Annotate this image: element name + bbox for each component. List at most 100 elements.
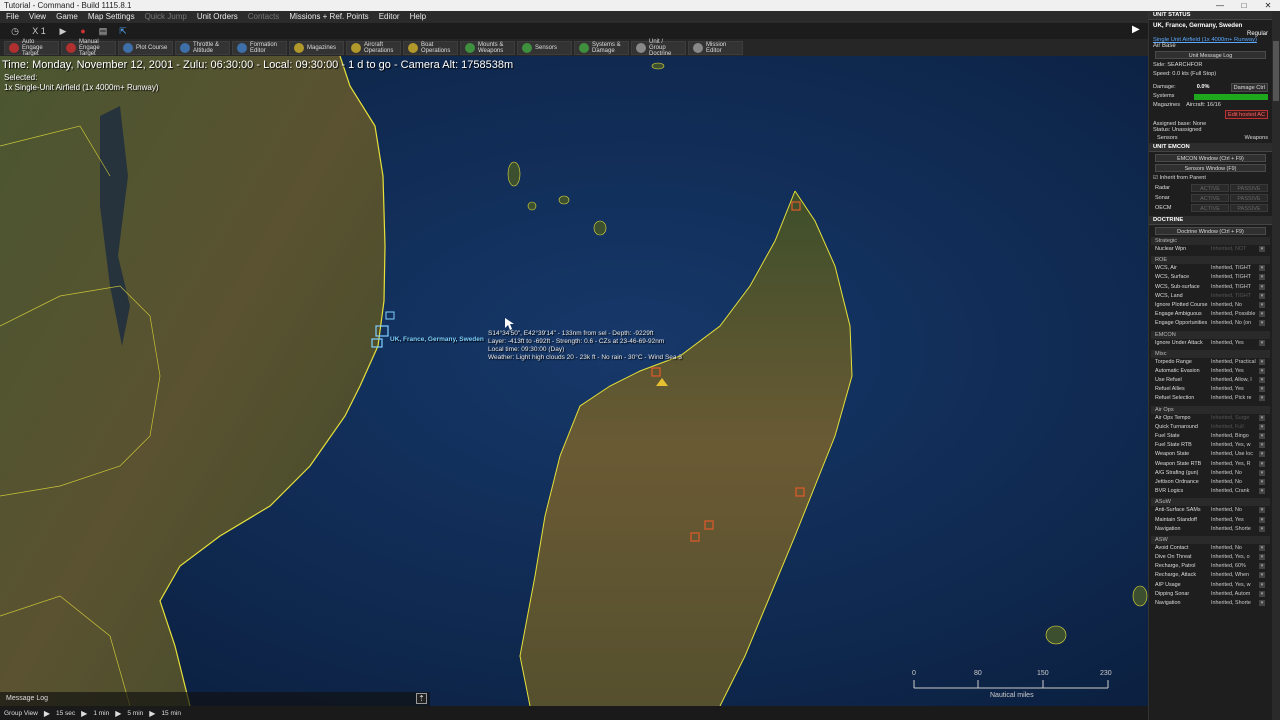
message-log-bar[interactable]: Message Log ⇡ [0,692,430,706]
step-1min[interactable]: 1 min [93,710,109,717]
dropdown-chevron-icon[interactable]: ▾ [1259,544,1265,551]
dropdown-chevron-icon[interactable]: ▾ [1259,274,1265,281]
toolbar-button-boat-operations[interactable]: Boat Operations [403,40,458,55]
dropdown-chevron-icon[interactable]: ▾ [1259,442,1265,449]
dropdown-chevron-icon[interactable]: ▾ [1259,283,1265,290]
doctrine-setting-value[interactable]: Inherited, Yes [1211,385,1259,394]
dropdown-chevron-icon[interactable]: ▾ [1259,488,1265,495]
printer-icon[interactable]: ▤ [96,25,110,37]
doctrine-row[interactable]: Engage Opportunities Inherited, No (on ▾ [1149,319,1272,328]
map-view[interactable] [0,56,1148,706]
doctrine-setting-value[interactable]: Inherited, TIGHT [1211,264,1259,273]
toolbar-button-manual-engage-target[interactable]: Manual Engage Target [61,39,116,57]
doctrine-row[interactable]: Navigation Inherited, Shorte ▾ [1149,525,1272,534]
doctrine-setting-value[interactable]: Inherited, When [1211,571,1259,580]
emcon-active-button[interactable]: ACTIVE [1191,194,1229,202]
unit-message-log-button[interactable]: Unit Message Log [1155,51,1266,59]
doctrine-group-emcon[interactable]: EMCON [1151,330,1270,339]
toolbar-button-sensors[interactable]: Sensors [517,40,572,55]
doctrine-row[interactable]: Weapon State Inherited, Use loc ▾ [1149,450,1272,459]
doctrine-row[interactable]: Fuel State Inherited, Bingo ▾ [1149,432,1272,441]
doctrine-setting-value[interactable]: Inherited, Use loc [1211,450,1259,459]
doctrine-row[interactable]: Dive On Threat Inherited, Yes, o ▾ [1149,553,1272,562]
menu-item-view[interactable]: View [29,11,46,23]
dropdown-chevron-icon[interactable]: ▾ [1259,460,1265,467]
doctrine-row[interactable]: Use Refuel Inherited, Allow, I ▾ [1149,376,1272,385]
damage-ctrl-button[interactable]: Damage Ctrl [1230,83,1268,92]
dropdown-chevron-icon[interactable]: ▾ [1259,433,1265,439]
doctrine-row[interactable]: WCS, Land Inherited, TIGHT ▾ [1149,292,1272,301]
dropdown-chevron-icon[interactable]: ▾ [1259,590,1265,597]
dropdown-chevron-icon[interactable]: ▾ [1259,600,1265,606]
menu-item-game[interactable]: Game [56,11,78,23]
doctrine-row[interactable]: Quick Turnaround Inherited, Full ▾ [1149,423,1272,432]
export-icon[interactable]: ⇱ [116,25,130,37]
doctrine-group-strategic[interactable]: Strategic [1151,237,1270,245]
doctrine-row[interactable]: Refuel Selection Inherited, Pick re ▾ [1149,394,1272,403]
doctrine-setting-value[interactable]: Inherited, TIGHT [1211,292,1259,301]
doctrine-row[interactable]: Anti-Surface SAMs Inherited, No ▾ [1149,506,1272,515]
menu-item-map-settings[interactable]: Map Settings [88,11,135,23]
expand-icon[interactable]: ⇡ [416,693,427,704]
doctrine-row[interactable]: Automatic Evasion Inherited, Yes ▾ [1149,367,1272,376]
scrollbar-thumb[interactable] [1273,41,1279,101]
doctrine-setting-value[interactable]: Inherited, No (on [1211,319,1259,328]
emcon-passive-button[interactable]: PASSIVE [1230,184,1268,192]
dropdown-chevron-icon[interactable]: ▾ [1259,572,1265,579]
dropdown-chevron-icon[interactable]: ▾ [1259,507,1265,514]
doctrine-group-roe[interactable]: ROE [1151,256,1270,265]
doctrine-row[interactable]: Refuel Allies Inherited, Yes ▾ [1149,385,1272,394]
dropdown-chevron-icon[interactable]: ▾ [1259,469,1265,476]
doctrine-setting-value[interactable]: Inherited, No [1211,544,1259,553]
doctrine-group-misc[interactable]: Misc [1151,349,1270,358]
doctrine-row[interactable]: Navigation Inherited, Shorte ▾ [1149,599,1272,608]
doctrine-row[interactable]: Torpedo Range Inherited, Practical ▾ [1149,358,1272,367]
sensors-window-button[interactable]: Sensors Window (F9) [1155,164,1266,172]
toolbar-button-throttle-altitude[interactable]: Throttle & Altitude [175,40,230,55]
toolbar-button-plot-course[interactable]: Plot Course [118,40,173,55]
doctrine-row[interactable]: Engage Ambiguous Inherited, Possible ▾ [1149,310,1272,319]
doctrine-setting-value[interactable]: Inherited, Shorte [1211,599,1259,608]
doctrine-row[interactable]: Dipping Sonar Inherited, Autom ▾ [1149,590,1272,599]
doctrine-group-air-ops[interactable]: Air Ops [1151,405,1270,414]
dropdown-chevron-icon[interactable]: ▾ [1259,358,1265,365]
menu-item-unit-orders[interactable]: Unit Orders [197,11,238,23]
menu-item-quick-jump[interactable]: Quick Jump [145,11,187,23]
doctrine-row[interactable]: WCS, Surface Inherited, TIGHT ▾ [1149,273,1272,282]
close-icon[interactable]: ✕ [1256,0,1280,11]
collapse-panel-icon[interactable]: ▶ [1132,24,1140,35]
edit-hosted-button[interactable]: Edit hosted AC [1224,110,1268,119]
doctrine-setting-value[interactable]: Inherited, TIGHT [1211,283,1259,292]
doctrine-row[interactable]: AIP Usage Inherited, Yes, w ▾ [1149,581,1272,590]
doctrine-row[interactable]: Nuclear Wpn Inherited, NOT ▾ [1149,245,1272,254]
maximize-icon[interactable]: □ [1232,0,1256,11]
dropdown-chevron-icon[interactable]: ▾ [1259,423,1265,430]
dropdown-chevron-icon[interactable]: ▾ [1259,414,1265,421]
menu-item-contacts[interactable]: Contacts [248,11,280,23]
play-step-icon[interactable]: ▶ [44,709,50,718]
doctrine-setting-value[interactable]: Inherited, TIGHT [1211,273,1259,282]
record-icon[interactable]: ● [76,25,90,37]
emcon-header[interactable]: UNIT EMCON [1149,143,1272,152]
dropdown-chevron-icon[interactable]: ▾ [1259,311,1265,318]
doctrine-row[interactable]: WCS, Sub-surface Inherited, TIGHT ▾ [1149,283,1272,292]
dropdown-chevron-icon[interactable]: ▾ [1259,301,1265,308]
dropdown-chevron-icon[interactable]: ▾ [1259,478,1265,485]
doctrine-group-asuw[interactable]: ASuW [1151,498,1270,507]
menu-item-editor[interactable]: Editor [379,11,400,23]
dropdown-chevron-icon[interactable]: ▾ [1259,320,1265,327]
doctrine-row[interactable]: A/G Strafing (gun) Inherited, No ▾ [1149,469,1272,478]
doctrine-setting-value[interactable]: Inherited, Yes, R [1211,460,1259,469]
doctrine-setting-value[interactable]: Inherited, Crank [1211,487,1259,496]
toolbar-button-magazines[interactable]: Magazines [289,40,344,55]
doctrine-row[interactable]: WCS, Air Inherited, TIGHT ▾ [1149,264,1272,273]
doctrine-window-button[interactable]: Doctrine Window (Ctrl + F9) [1155,227,1266,235]
step-15sec[interactable]: 15 sec [56,710,75,717]
doctrine-setting-value[interactable]: Inherited, NOT [1211,245,1259,254]
toolbar-button-formation-editor[interactable]: Formation Editor [232,40,287,55]
doctrine-row[interactable]: Ignore Under Attack Inherited, Yes ▾ [1149,339,1272,348]
doctrine-setting-value[interactable]: Inherited, Bingo [1211,432,1259,441]
doctrine-setting-value[interactable]: Inherited, Allow, I [1211,376,1259,385]
doctrine-setting-value[interactable]: Inherited, No [1211,469,1259,478]
doctrine-setting-value[interactable]: Inherited, No [1211,478,1259,487]
